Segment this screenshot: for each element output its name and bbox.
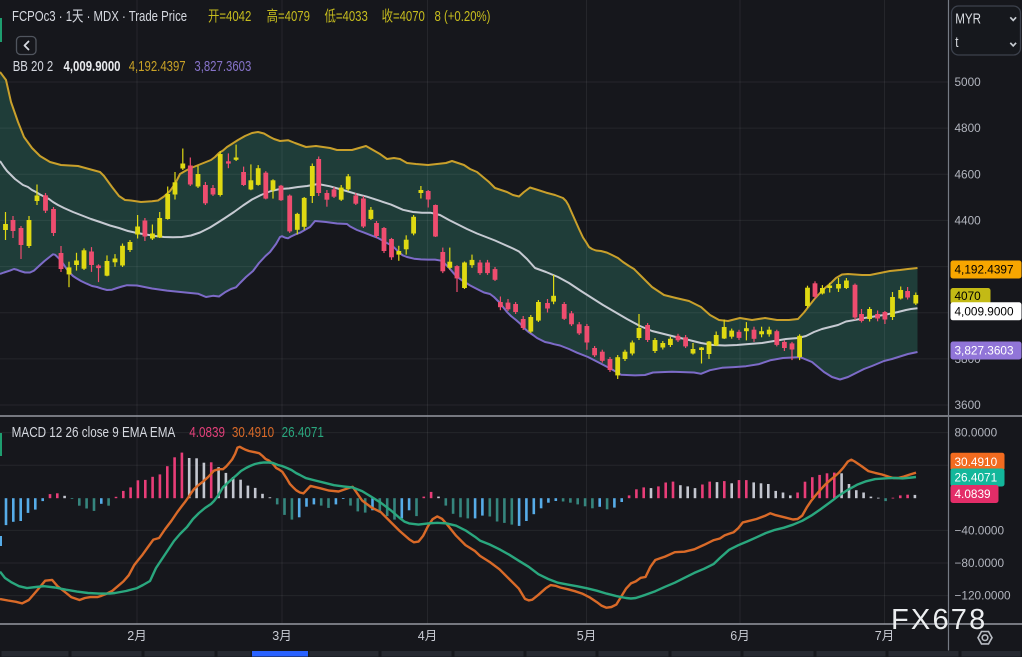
svg-text:MYR: MYR	[955, 10, 981, 27]
svg-text:3,827.3603: 3,827.3603	[194, 58, 251, 75]
svg-text:4.0839: 4.0839	[189, 424, 225, 441]
svg-text:3600: 3600	[955, 398, 982, 412]
svg-text:4,192.4397: 4,192.4397	[955, 263, 1014, 277]
svg-text:5月: 5月	[577, 629, 596, 643]
svg-text:FCPOc3 · 1天 · MDX · Trade Pric: FCPOc3 · 1天 · MDX · Trade Price	[12, 8, 187, 25]
svg-text:6月: 6月	[730, 629, 749, 643]
svg-text:3月: 3月	[272, 629, 291, 643]
svg-text:−80.0000: −80.0000	[955, 556, 1005, 570]
svg-text:4,009.9000: 4,009.9000	[64, 58, 121, 75]
svg-text:30.4910: 30.4910	[955, 455, 998, 469]
svg-text:FX678: FX678	[891, 604, 987, 636]
svg-text:MACD 12 26 close 9 EMA EMA: MACD 12 26 close 9 EMA EMA	[12, 424, 176, 441]
svg-text:4,009.9000: 4,009.9000	[955, 304, 1014, 318]
svg-text:BB 20 2: BB 20 2	[13, 58, 53, 75]
svg-text:80.0000: 80.0000	[955, 426, 998, 440]
svg-text:收=4070: 收=4070	[382, 8, 425, 25]
svg-text:−40.0000: −40.0000	[955, 524, 1005, 538]
svg-text:2月: 2月	[127, 629, 146, 643]
svg-text:开=4042: 开=4042	[208, 8, 251, 25]
svg-text:5000: 5000	[955, 75, 982, 89]
svg-text:高=4079: 高=4079	[267, 7, 310, 25]
svg-text:30.4910: 30.4910	[232, 424, 274, 441]
svg-text:3,827.3603: 3,827.3603	[955, 344, 1014, 358]
svg-text:t: t	[955, 34, 959, 51]
svg-text:4,192.4397: 4,192.4397	[129, 58, 186, 75]
svg-text:4600: 4600	[955, 167, 982, 181]
svg-text:4400: 4400	[955, 214, 982, 228]
svg-text:4月: 4月	[418, 629, 437, 643]
svg-text:26.4071: 26.4071	[282, 424, 324, 441]
svg-text:低=4033: 低=4033	[324, 8, 367, 25]
svg-text:4070: 4070	[955, 289, 982, 303]
svg-text:26.4071: 26.4071	[955, 471, 998, 485]
svg-text:8 (+0.20%): 8 (+0.20%)	[434, 8, 490, 25]
svg-text:4.0839: 4.0839	[955, 487, 991, 501]
svg-text:4800: 4800	[955, 121, 982, 135]
svg-text:−120.0000: −120.0000	[955, 589, 1012, 603]
